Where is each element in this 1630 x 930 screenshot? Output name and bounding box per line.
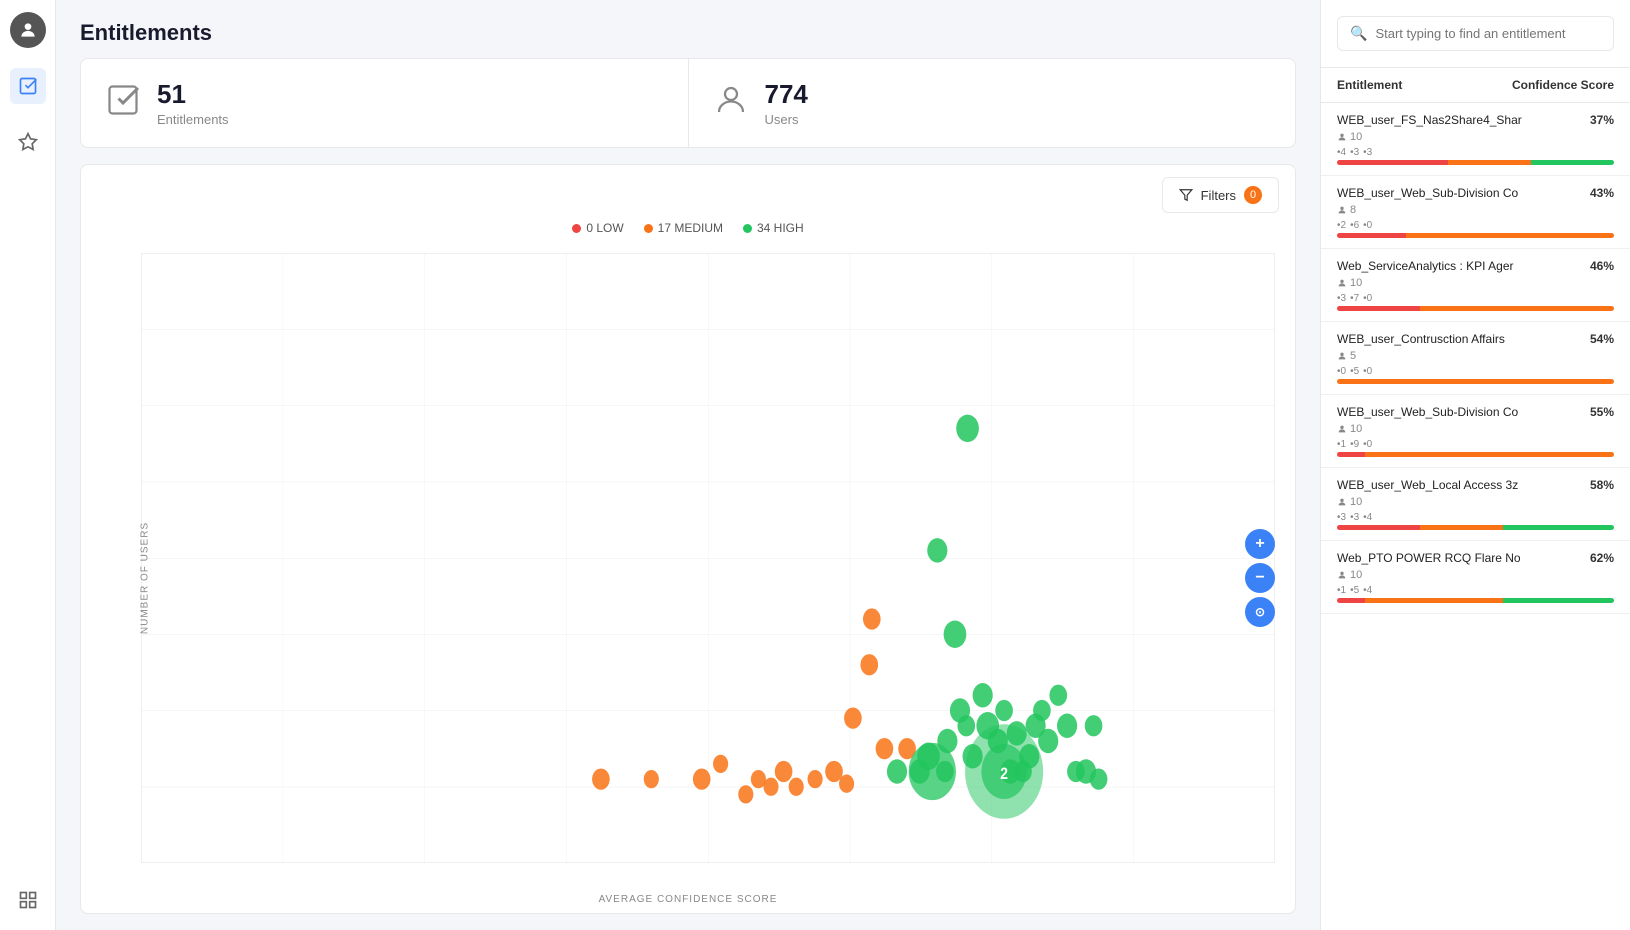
- y-axis-label: NUMBER OF USERS: [140, 522, 151, 634]
- entitlement-score: 37%: [1590, 113, 1614, 127]
- score-bar: [1337, 379, 1614, 384]
- legend-high-label: 34 HIGH: [757, 221, 804, 235]
- legend-low: 0 LOW: [572, 221, 623, 235]
- avatar[interactable]: [10, 12, 46, 48]
- x-axis-label: AVERAGE CONFIDENCE SCORE: [599, 894, 778, 905]
- entitlement-score: 62%: [1590, 551, 1614, 565]
- legend-high: 34 HIGH: [743, 221, 804, 235]
- entitlement-name: WEB_user_FS_Nas2Share4_Shar: [1337, 113, 1522, 127]
- list-item[interactable]: Web_ServiceAnalytics : KPI Ager 46% 10 •…: [1321, 249, 1630, 322]
- entitlement-users: 10: [1337, 277, 1614, 289]
- entitlement-users: 10: [1337, 423, 1614, 435]
- main-content: Entitlements 51 Entitlements 774 Users: [56, 0, 1320, 930]
- right-panel: 🔍 Entitlement Confidence Score WEB_user_…: [1320, 0, 1630, 930]
- sidebar: [0, 0, 56, 930]
- zoom-reset-button[interactable]: ⊙: [1245, 597, 1275, 627]
- stats-row: 51 Entitlements 774 Users: [80, 58, 1296, 148]
- entitlement-name: Web_PTO POWER RCQ Flare No: [1337, 551, 1521, 565]
- entitlement-name: WEB_user_Contrusction Affairs: [1337, 332, 1505, 346]
- entitlement-score: 55%: [1590, 405, 1614, 419]
- list-item[interactable]: WEB_user_Web_Local Access 3z 58% 10 •3•3…: [1321, 468, 1630, 541]
- legend-low-dot: [572, 224, 581, 233]
- header: Entitlements: [56, 0, 1320, 58]
- legend-medium-dot: [644, 224, 653, 233]
- entitlement-users: 10: [1337, 569, 1614, 581]
- entitlement-list: WEB_user_FS_Nas2Share4_Shar 37% 10 •4•3•…: [1321, 103, 1630, 930]
- sidebar-item-reports[interactable]: [10, 124, 46, 160]
- search-input-wrap[interactable]: 🔍: [1337, 16, 1614, 51]
- chart-toolbar: Filters 0: [81, 165, 1295, 213]
- score-bar: [1337, 598, 1614, 603]
- entitlement-score: 58%: [1590, 478, 1614, 492]
- users-label: Users: [765, 112, 808, 127]
- chart-legend: 0 LOW 17 MEDIUM 34 HIGH: [81, 213, 1295, 243]
- search-box: 🔍: [1321, 0, 1630, 68]
- entitlement-score: 54%: [1590, 332, 1614, 346]
- svg-text:2: 2: [1000, 765, 1008, 784]
- entitlement-users: 5: [1337, 350, 1614, 362]
- entitlement-score: 43%: [1590, 186, 1614, 200]
- scatter-plot: NUMBER OF USERS AVERAGE CONFIDENCE SCORE…: [81, 243, 1295, 913]
- legend-medium-label: 17 MEDIUM: [658, 221, 723, 235]
- score-bar: [1337, 233, 1614, 238]
- search-icon: 🔍: [1350, 25, 1367, 42]
- zoom-out-button[interactable]: −: [1245, 563, 1275, 593]
- header-score: Confidence Score: [1512, 78, 1614, 92]
- score-bar: [1337, 306, 1614, 311]
- filter-count: 0: [1244, 186, 1262, 204]
- entitlement-name: WEB_user_Web_Local Access 3z: [1337, 478, 1518, 492]
- chart-container: Filters 0 0 LOW 17 MEDIUM 34 HIGH NUMBER…: [80, 164, 1296, 914]
- list-item[interactable]: WEB_user_Web_Sub-Division Co 43% 8 •2•6•…: [1321, 176, 1630, 249]
- legend-medium: 17 MEDIUM: [644, 221, 723, 235]
- legend-low-label: 0 LOW: [586, 221, 623, 235]
- header-entitlement: Entitlement: [1337, 78, 1512, 92]
- entitlement-name: WEB_user_Web_Sub-Division Co: [1337, 186, 1518, 200]
- page-title: Entitlements: [80, 20, 1296, 46]
- entitlements-label: Entitlements: [157, 112, 229, 127]
- entitlement-name: WEB_user_Web_Sub-Division Co: [1337, 405, 1518, 419]
- list-item[interactable]: WEB_user_FS_Nas2Share4_Shar 37% 10 •4•3•…: [1321, 103, 1630, 176]
- list-item[interactable]: Web_PTO POWER RCQ Flare No 62% 10 •1•5•4: [1321, 541, 1630, 614]
- list-item[interactable]: WEB_user_Contrusction Affairs 54% 5 •0•5…: [1321, 322, 1630, 395]
- zoom-controls: + − ⊙: [1245, 529, 1275, 627]
- sidebar-bottom: [10, 882, 46, 918]
- filter-label: Filters: [1201, 188, 1236, 203]
- sidebar-item-grid[interactable]: [10, 882, 46, 918]
- stat-entitlements: 51 Entitlements: [81, 59, 689, 147]
- zoom-in-button[interactable]: +: [1245, 529, 1275, 559]
- users-count: 774: [765, 79, 808, 110]
- entitlement-name: Web_ServiceAnalytics : KPI Ager: [1337, 259, 1514, 273]
- entitlements-count: 51: [157, 79, 229, 110]
- entitlement-users: 10: [1337, 496, 1614, 508]
- entitlement-score: 46%: [1590, 259, 1614, 273]
- scatter-svg: 0 8 15 23 30 38 45 53 60 0% 12% 25% 37% …: [141, 253, 1275, 863]
- score-bar: [1337, 452, 1614, 457]
- score-bar: [1337, 525, 1614, 530]
- panel-header: Entitlement Confidence Score: [1321, 68, 1630, 103]
- filter-button[interactable]: Filters 0: [1162, 177, 1279, 213]
- users-stat-icon: [713, 82, 749, 125]
- list-item[interactable]: WEB_user_Web_Sub-Division Co 55% 10 •1•9…: [1321, 395, 1630, 468]
- search-input[interactable]: [1375, 26, 1601, 41]
- entitlement-users: 10: [1337, 131, 1614, 143]
- entitlements-stat-icon: [105, 82, 141, 125]
- entitlement-users: 8: [1337, 204, 1614, 216]
- legend-high-dot: [743, 224, 752, 233]
- stat-users: 774 Users: [689, 59, 1296, 147]
- sidebar-item-entitlements[interactable]: [10, 68, 46, 104]
- score-bar: [1337, 160, 1614, 165]
